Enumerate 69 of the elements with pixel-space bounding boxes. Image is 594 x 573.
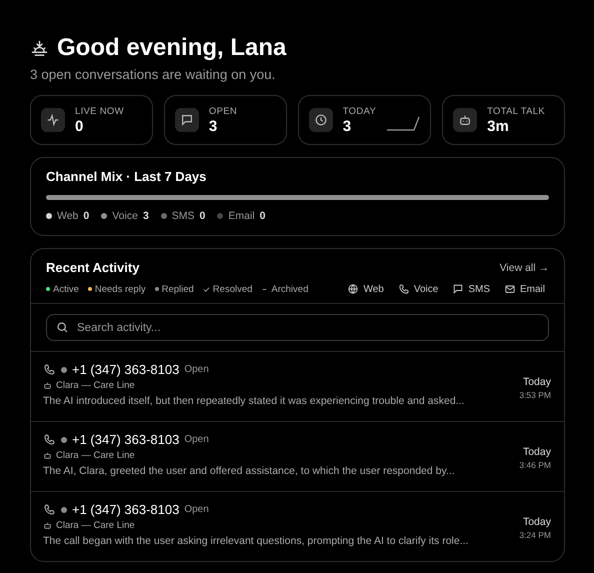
robot-icon xyxy=(458,113,472,127)
robot-icon xyxy=(43,451,52,460)
status-label: Replied xyxy=(162,284,194,294)
robot-icon xyxy=(43,521,52,530)
chat-bubble-icon xyxy=(180,113,194,127)
channel-count: 0 xyxy=(260,210,266,222)
status-label: Archived xyxy=(271,284,308,294)
row-date: Today xyxy=(522,376,551,388)
channel-label: Voice xyxy=(112,210,138,222)
row-time: 3:46 PM xyxy=(519,460,551,470)
row-time: 3:53 PM xyxy=(519,390,551,400)
channel-label: Email xyxy=(228,210,255,222)
globe-icon xyxy=(347,283,360,295)
summary-text: The call began with the user asking irrelevant questions, prompting the AI to clarify its role... xyxy=(43,535,470,547)
clock-icon xyxy=(314,113,328,127)
channel-filter[interactable]: Email xyxy=(500,283,549,295)
channel-filter[interactable]: Web xyxy=(343,283,388,295)
greeting-subtitle: 3 open conversations are waiting on you. xyxy=(30,67,276,82)
channel-label: Web xyxy=(57,210,78,222)
greeting-title: Good evening, Lana xyxy=(57,34,286,62)
view-all-link[interactable]: View all → xyxy=(500,262,549,274)
phone-icon xyxy=(398,283,410,295)
activity-row[interactable]: +1 (347) 363-8103 Open Clara — Care Line The AI introduced itself, but then repeatedly stated it was experiencing trouble and asked... Today 3:53 PM xyxy=(31,352,564,422)
agent-name: Clara — Care Line xyxy=(56,380,135,391)
row-date: Today xyxy=(522,446,551,458)
channel-filter[interactable]: Voice xyxy=(394,283,442,295)
stat-label: TOTAL TALK xyxy=(487,106,546,116)
check-icon xyxy=(202,286,210,292)
stat-label: TODAY xyxy=(342,106,376,116)
agent-name: Clara — Care Line xyxy=(56,520,135,531)
status-label: Open xyxy=(184,364,209,375)
channel-count: 3 xyxy=(142,210,149,222)
phone-icon xyxy=(43,363,56,376)
sunset-icon xyxy=(30,38,49,58)
activity-row[interactable]: +1 (347) 363-8103 Open Clara — Care Line The AI, Clara, greeted the user and offered assistance, to which the user responded by... Today 3:46 PM xyxy=(31,422,564,492)
status-label: Active xyxy=(53,284,79,294)
summary-text: The AI, Clara, greeted the user and offered assistance, to which the user responded by... xyxy=(43,465,456,477)
row-date: Today xyxy=(522,516,551,528)
status-label: Needs reply xyxy=(94,284,146,294)
row-time: 3:24 PM xyxy=(519,530,551,540)
card-title: Channel Mix · Last 7 Days xyxy=(46,169,208,184)
mail-icon xyxy=(504,283,516,295)
card-title: Recent Activity xyxy=(46,260,140,275)
stat-value: 3 xyxy=(208,118,218,134)
channel-label: SMS xyxy=(172,210,195,222)
stat-value: 3 xyxy=(342,118,352,134)
channel-count: 0 xyxy=(200,210,206,222)
caller-number: +1 (347) 363-8103 xyxy=(72,432,180,447)
search-field[interactable]: Search activity... xyxy=(46,314,549,341)
phone-icon xyxy=(43,503,56,516)
chat-bubble-icon xyxy=(452,283,464,295)
stat-value: 0 xyxy=(75,118,84,134)
search-icon xyxy=(56,321,69,334)
stat-label: LIVE NOW xyxy=(75,106,125,116)
activity-row[interactable]: +1 (347) 363-8103 Open Clara — Care Line The call began with the user asking irrelevant questions, prompting the AI to clarify its role... Today 3:24 PM xyxy=(31,492,564,561)
channel-count: 0 xyxy=(83,210,90,222)
status-label: Resolved xyxy=(212,284,252,294)
agent-name: Clara — Care Line xyxy=(56,450,135,461)
channel-filter[interactable]: SMS xyxy=(448,283,494,295)
caller-number: +1 (347) 363-8103 xyxy=(72,362,180,377)
robot-icon xyxy=(43,381,52,390)
status-label: Open xyxy=(184,504,209,515)
stat-label: OPEN xyxy=(208,106,238,116)
stat-value: 3m xyxy=(487,118,510,134)
phone-icon xyxy=(43,433,56,446)
summary-text: The AI introduced itself, but then repeatedly stated it was experiencing trouble and asked... xyxy=(43,395,466,407)
caller-number: +1 (347) 363-8103 xyxy=(72,502,180,517)
status-label: Open xyxy=(184,434,209,445)
pulse-icon xyxy=(46,113,60,127)
